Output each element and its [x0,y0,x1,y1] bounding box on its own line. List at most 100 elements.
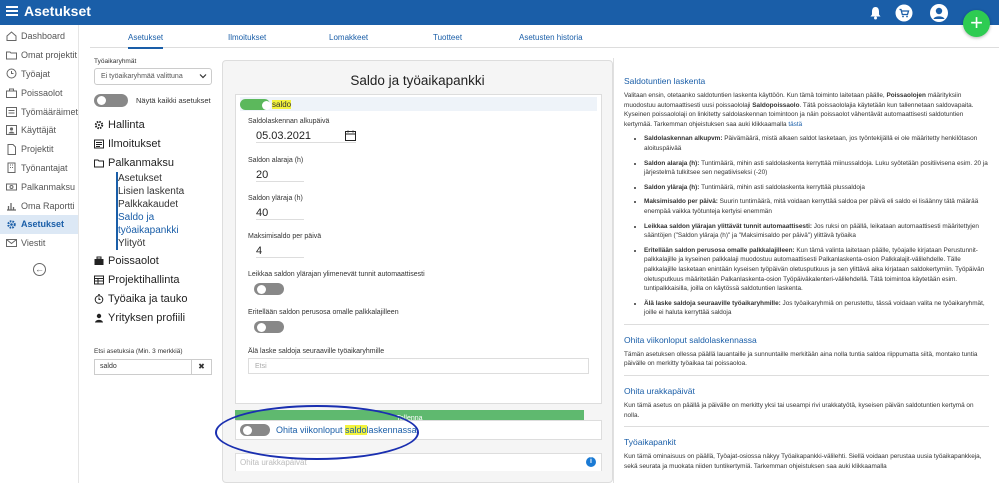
sidebar-item-label: Oma Raportti [21,200,75,211]
help-bullet-title: Maksimisaldo per päivä: [644,198,718,206]
help-bullet: Maksimisaldo per päivä: Suurin tuntimäär… [644,197,989,216]
sidebar-item-asetukset[interactable]: Asetukset [0,214,78,234]
separate-base-toggle[interactable] [254,321,284,333]
nav-yritys-label: Yrityksen profiili [108,312,186,324]
work-group-select[interactable]: Ei työaikaryhmää valittuna [94,68,212,85]
help-heading-bank: Työaikapankit [624,437,676,448]
menu-icon[interactable] [6,6,18,16]
nav-poissaolot-label: Poissaolot [108,255,159,267]
work-group-select-value: Ei työaikaryhmää valittuna [101,73,183,80]
sidebar-item-tyoajat[interactable]: Työajat [0,65,78,84]
nav-yrityksen-profiili[interactable]: Yrityksen profiili [94,312,214,324]
app-brand: Asetukset [6,3,91,19]
help-bank-text: Kun tämä ominaisuus on päällä, Työajat-o… [624,453,982,470]
sidebar-item-label: Käyttäjät [21,125,57,136]
help-bold: Saldopoissaolo [752,101,800,109]
nav-palkanmaksu[interactable]: Palkanmaksu [94,157,214,169]
nav-tyoaika-label: Työaika ja tauko [108,293,188,305]
nav-hallinta[interactable]: Hallinta [94,119,214,131]
user-avatar-icon[interactable] [929,3,949,23]
sidebar-item-kayttajat[interactable]: Käyttäjät [0,121,78,140]
tab-ilmoitukset[interactable]: Ilmoitukset [228,33,266,42]
nav-projektihallinta[interactable]: Projektihallinta [94,274,214,286]
sidebar-item-label: Työnantajat [21,162,68,173]
help-bullet-title: Eritellään saldon perusosa omalle palkka… [644,246,795,254]
help-heading-weekend: Ohita viikonloput saldolaskennassa [624,334,757,345]
help-bullet-title: Älä laske saldoja seuraaville työaikaryh… [644,299,781,307]
stopwatch-icon [94,294,104,304]
nav-poissaolot[interactable]: Poissaolot [94,255,214,267]
sidebar: Dashboard Omat projektit Työajat Poissao… [0,25,79,483]
app-title: Asetukset [24,3,91,19]
help-bullet-title: Saldolaskennan alkupvm: [644,135,723,143]
help-bold: Poissaolojen [886,92,926,99]
upper-limit-input[interactable]: 40 [256,207,304,220]
folder-open-icon [94,159,104,168]
highlight-annotation [215,405,419,460]
nav-ilmoitukset[interactable]: Ilmoitukset [94,138,214,150]
saldo-enabled-toggle[interactable] [240,98,271,110]
sidebar-item-projektit[interactable]: Projektit [0,140,78,159]
table-icon [94,275,104,285]
settings-search: saldo ✖ [94,359,214,375]
sidebar-item-label: Poissaolot [21,87,63,98]
cart-icon[interactable] [895,4,913,22]
help-text: Valitaan ensin, otetaanko saldotuntien l… [624,92,887,99]
nav-sub-asetukset[interactable]: Asetukset [118,172,214,185]
gear-icon [94,120,104,130]
nav-sub-lisien-laskenta[interactable]: Lisien laskenta [118,185,214,198]
chart-icon [7,202,16,211]
cut-overflow-toggle[interactable] [254,283,284,295]
nav-tyoaika-ja-tauko[interactable]: Työaika ja tauko [94,293,214,305]
max-per-day-input[interactable]: 4 [256,245,304,258]
calendar-icon[interactable] [345,130,356,141]
sidebar-item-tyomaaraimet[interactable]: Työmääräimet [0,102,78,121]
palkanmaksu-sub-list: Asetukset Lisien laskenta Palkkakaudet S… [116,172,214,250]
upper-limit-label: Saldon yläraja (h) [248,195,303,202]
sidebar-item-oma-raportti[interactable]: Oma Raportti [0,196,78,215]
help-bullet: Älä laske saldoja seuraaville työaikaryh… [644,299,989,318]
sidebar-item-palkanmaksu[interactable]: Palkanmaksu [0,177,78,196]
settings-search-input[interactable]: saldo [94,359,192,375]
user-icon [6,125,17,136]
nav-sub-palkkakaudet[interactable]: Palkkakaudet [118,198,214,211]
tab-asetusten-historia[interactable]: Asetusten historia [519,33,583,42]
sidebar-item-label: Omat projektit [21,50,78,61]
sidebar-item-omat-projektit[interactable]: Omat projektit [0,46,78,65]
show-all-toggle[interactable] [94,94,128,107]
sidebar-item-poissaolot[interactable]: Poissaolot [0,83,78,102]
sidebar-item-dashboard[interactable]: Dashboard [0,27,78,46]
collapse-sidebar-icon[interactable]: ← [33,262,46,276]
chevron-down-icon [199,74,207,79]
saldo-toggle-label: saldo [272,99,292,109]
tab-asetukset[interactable]: Asetukset [128,33,164,49]
bell-icon[interactable] [866,4,884,22]
user-tie-icon [95,313,103,323]
nav-sub-saldo-ja-tyoaikapankki[interactable]: Saldo ja työaikapankki [118,211,214,237]
help-acc-text: Kun tämä asetus on päällä ja päivälle on… [624,402,974,419]
start-date-input[interactable]: 05.03.2021 [256,130,356,143]
mail-icon [6,239,17,248]
sidebar-item-tyonantajat[interactable]: Työnantajat [0,159,78,178]
help-bullet: Saldon alaraja (h): Tuntimäärä, mihin as… [644,159,989,178]
skip-groups-search-input[interactable]: Etsi [248,358,589,374]
info-icon[interactable]: i [586,457,596,467]
max-per-day-label: Maksimisaldo per päivä [248,233,322,240]
gear-icon [7,220,16,229]
clear-search-icon[interactable]: ✖ [192,359,212,375]
sidebar-item-label: Dashboard [21,31,66,42]
help-bullet: Saldon yläraja (h): Tuntimäärä, mihin as… [644,183,989,193]
nav-sub-ylityot[interactable]: Ylityöt [118,237,214,250]
lower-limit-label: Saldon alaraja (h) [248,157,304,164]
help-link[interactable]: tästä [788,121,802,128]
tab-lomakkeet[interactable]: Lomakkeet [329,33,368,42]
sidebar-item-viestit[interactable]: Viestit [0,234,78,253]
folder-icon [6,51,17,60]
search-label: Etsi asetuksia (Min. 3 merkkiä) [94,348,183,355]
suitcase-icon [6,88,17,98]
tab-tuotteet[interactable]: Tuotteet [433,33,462,42]
lower-limit-input[interactable]: 20 [256,169,304,182]
sidebar-item-label: Projektit [21,144,54,155]
help-bullet-text: Tuntimäärä, mihin asti saldolaskenta ker… [699,183,865,191]
cut-overflow-label: Leikkaa saldon ylärajan ylimenevät tunni… [248,271,425,278]
